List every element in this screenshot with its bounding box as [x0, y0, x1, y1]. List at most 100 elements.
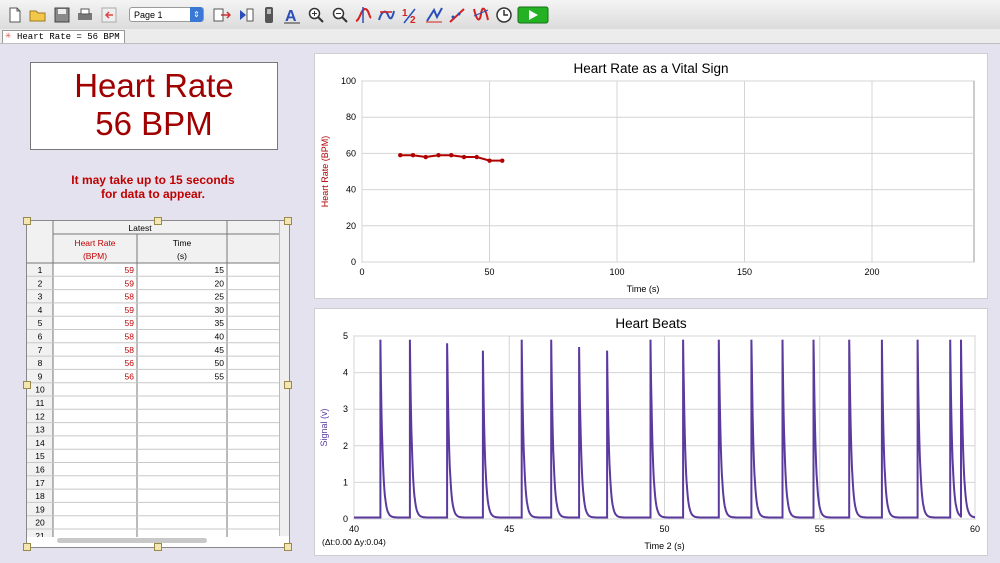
x-tick-label: 200	[864, 267, 879, 277]
y-tick-label: 40	[346, 185, 356, 195]
heart-rate-meter: Heart Rate 56 BPM	[30, 62, 278, 150]
y-tick-label: 2	[343, 441, 348, 451]
resize-handle[interactable]	[23, 543, 31, 551]
column-header-heart-rate: Heart Rate	[74, 238, 115, 248]
y-tick-label: 5	[343, 331, 348, 341]
cell-heart-rate: 59	[125, 318, 135, 328]
row-number: 18	[35, 491, 45, 501]
integral-icon[interactable]: 12	[400, 5, 420, 25]
autoscale-icon[interactable]: A	[282, 5, 302, 25]
heart-rate-graph-svg: Heart Rate as a Vital Sign 0 50 100 150 200 0 2…	[320, 61, 975, 294]
cell-time: 35	[215, 318, 225, 328]
row-number: 19	[35, 504, 45, 514]
y-tick-label: 0	[351, 257, 356, 267]
chart-title: Heart Beats	[615, 316, 687, 331]
y-tick-label: 100	[341, 76, 356, 86]
zoom-out-icon[interactable]	[330, 5, 350, 25]
chart-title: Heart Rate as a Vital Sign	[573, 61, 728, 76]
print-icon[interactable]	[75, 5, 95, 25]
undo-icon[interactable]	[99, 5, 119, 25]
data-table[interactable]: Latest Heart Rate (BPM) Time (s) 1 59 15 2 5…	[26, 220, 290, 548]
cell-time: 25	[215, 292, 225, 302]
data-browser-icon[interactable]	[236, 5, 256, 25]
chevron-down-icon: ⇕	[190, 7, 203, 22]
row-number: 17	[35, 478, 45, 488]
cell-heart-rate: 58	[125, 332, 135, 342]
y-tick-label: 20	[346, 221, 356, 231]
heart-rate-data-point	[423, 154, 428, 160]
row-number: 10	[35, 385, 45, 395]
y-tick-label: 1	[343, 477, 348, 487]
row-number: 13	[35, 425, 45, 435]
open-folder-icon[interactable]	[28, 5, 48, 25]
x-tick-label: 60	[970, 524, 980, 534]
cell-time: 30	[215, 305, 225, 315]
plot-area	[361, 80, 975, 263]
new-file-icon[interactable]	[5, 5, 25, 25]
resize-handle[interactable]	[154, 217, 162, 225]
linear-fit-icon[interactable]	[447, 5, 467, 25]
heart-beats-graph[interactable]: Heart Beats 40 45 50 55 60 0 1 2 3 4 5 Time 2 (s) Sig…	[314, 308, 988, 556]
cell-heart-rate: 59	[125, 305, 135, 315]
row-number: 16	[35, 465, 45, 475]
column-unit-time: (s)	[177, 251, 187, 261]
curve-fit-icon[interactable]	[471, 5, 491, 25]
page-select[interactable]: Page 1 ⇕	[129, 7, 204, 22]
heart-rate-graph[interactable]: Heart Rate as a Vital Sign 0 50 100 150 200 0 2…	[314, 53, 988, 299]
resize-handle[interactable]	[284, 217, 292, 225]
cell-heart-rate: 59	[125, 278, 135, 288]
cell-time: 50	[215, 358, 225, 368]
heart-rate-data-point	[449, 153, 454, 158]
tangent-icon[interactable]	[376, 5, 396, 25]
heart-rate-data-point	[474, 154, 479, 160]
data-table-grid: Latest Heart Rate (BPM) Time (s) 1 59 152 5…	[27, 221, 279, 537]
resize-handle[interactable]	[23, 381, 31, 389]
row-number: 3	[38, 292, 43, 302]
row-number: 4	[38, 305, 43, 315]
time-icon[interactable]	[494, 5, 514, 25]
resize-handle[interactable]	[154, 543, 162, 551]
heart-rate-data-point	[500, 158, 505, 163]
resize-handle[interactable]	[284, 543, 292, 551]
cell-heart-rate: 56	[125, 371, 135, 381]
column-header-time: Time	[173, 238, 192, 248]
table-group-header: Latest	[128, 223, 152, 233]
heart-beats-graph-svg: Heart Beats40 45 50 55 60012345Time 2 (s)Sig…	[319, 316, 980, 551]
x-axis-label: Time 2 (s)	[644, 541, 684, 551]
tab-label: Heart Rate = 56 BPM	[17, 32, 120, 42]
cell-time: 20	[215, 278, 225, 288]
page-select-label: Page 1	[134, 10, 163, 20]
toolbar: Page 1 ⇕ A 12	[0, 0, 1000, 30]
next-page-icon[interactable]	[212, 5, 232, 25]
meter-value: 56 BPM	[95, 105, 213, 142]
cell-time: 40	[215, 332, 225, 342]
y-tick-label: 80	[346, 112, 356, 122]
tab-heart-rate[interactable]: ✳ Heart Rate = 56 BPM	[2, 30, 125, 43]
x-tick-label: 50	[484, 267, 494, 277]
cell-time: 45	[215, 345, 225, 355]
note-line-1: It may take up to 15 seconds	[71, 173, 235, 187]
zoom-in-icon[interactable]	[306, 5, 326, 25]
examine-readout: (Δt:0.00 Δy:0.04)	[322, 537, 386, 547]
resize-handle[interactable]	[23, 217, 31, 225]
heart-rate-data-point	[398, 153, 403, 158]
table-vertical-scrollbar[interactable]	[279, 221, 289, 536]
y-tick-label: 3	[343, 404, 348, 414]
cell-heart-rate: 59	[125, 265, 135, 275]
note-line-2: for data to appear.	[100, 187, 206, 201]
row-number: 8	[38, 358, 43, 368]
cell-time: 55	[215, 371, 225, 381]
sensor-icon[interactable]	[259, 5, 279, 25]
svg-text:1: 1	[402, 8, 408, 19]
table-horizontal-scrollbar[interactable]	[57, 538, 207, 543]
heart-rate-data-point	[410, 153, 416, 158]
row-number: 5	[38, 318, 43, 328]
resize-handle[interactable]	[284, 381, 292, 389]
row-number: 20	[35, 518, 45, 528]
statistics-icon[interactable]	[424, 5, 444, 25]
row-number: 2	[38, 278, 43, 288]
collect-button[interactable]	[517, 5, 549, 25]
save-icon[interactable]	[52, 5, 72, 25]
examine-icon[interactable]	[353, 5, 373, 25]
row-number: 14	[35, 438, 45, 448]
